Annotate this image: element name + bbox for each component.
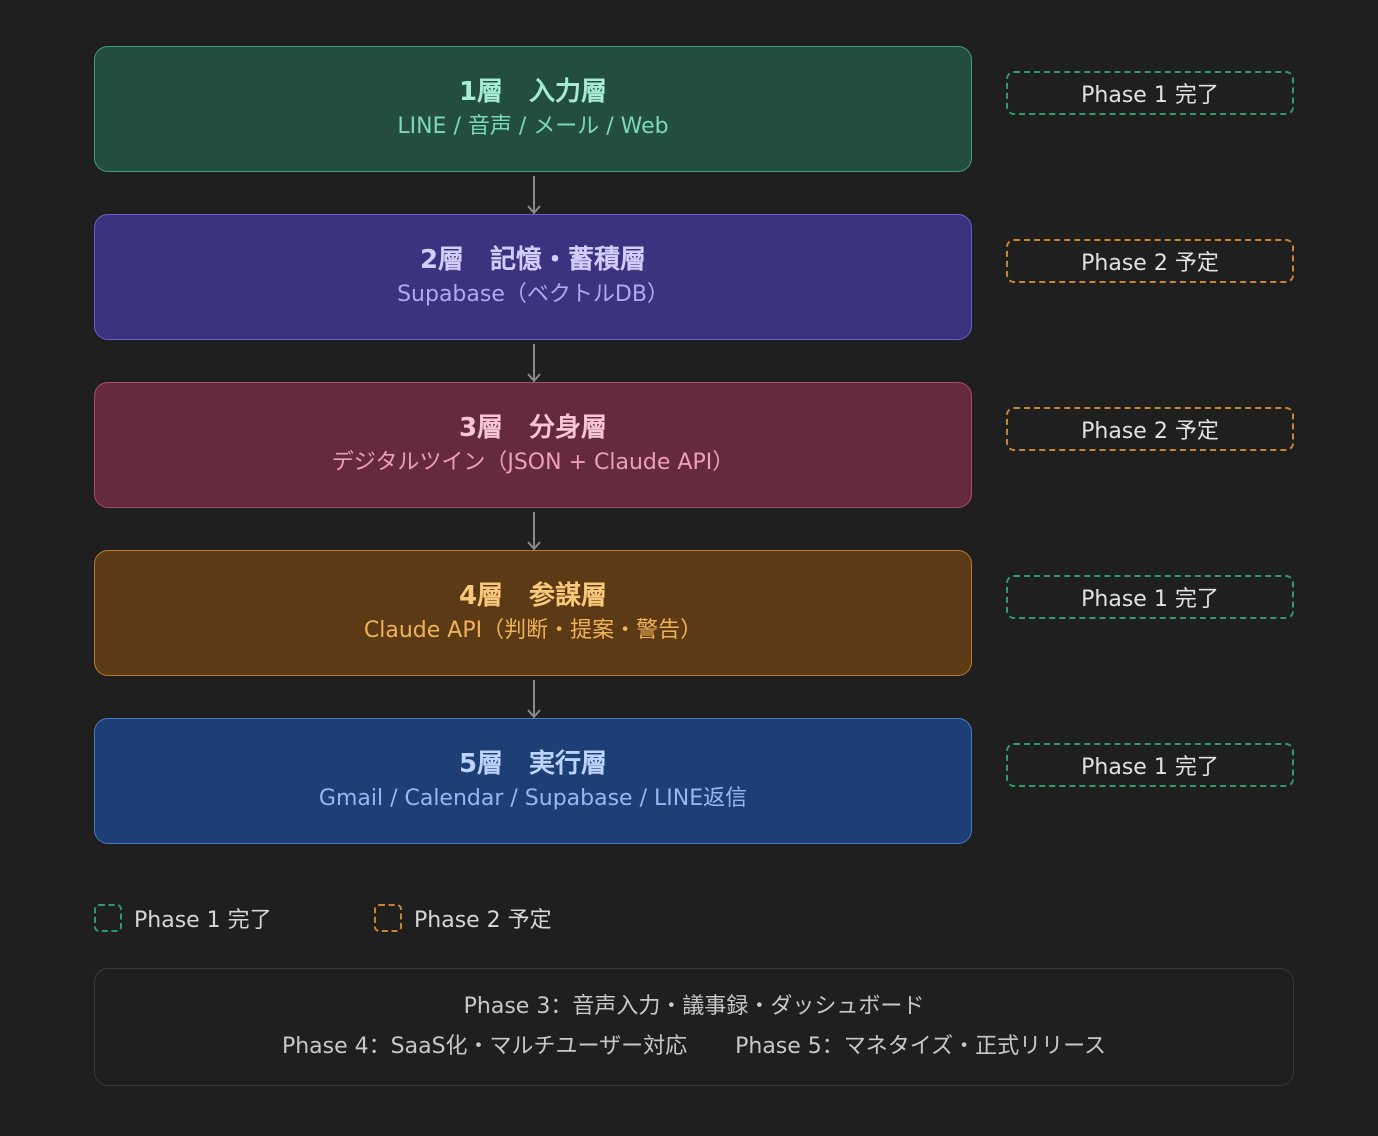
layer-5-execution: 5層 実行層 Gmail / Calendar / Supabase / LIN… — [94, 718, 972, 844]
legend-planned: Phase 2 予定 — [374, 902, 552, 934]
legend-planned-label: Phase 2 予定 — [414, 908, 552, 933]
layer-3-twin: 3層 分身層 デジタルツイン（JSON + Claude API） — [94, 382, 972, 508]
phase-tag-layer-3: Phase 2 予定 — [1006, 407, 1294, 451]
roadmap-line-2: Phase 4：SaaS化・マルチユーザー対応 Phase 5：マネタイズ・正式… — [282, 1027, 1106, 1067]
phase-tag-layer-5: Phase 1 完了 — [1006, 743, 1294, 787]
layer-4-title: 4層 参謀層 — [458, 581, 608, 611]
layer-2-memory: 2層 記憶・蓄積層 Supabase（ベクトルDB） — [94, 214, 972, 340]
arrow-down-icon — [527, 680, 541, 719]
legend-planned-swatch — [374, 904, 402, 932]
phase-tag-layer-1: Phase 1 完了 — [1006, 71, 1294, 115]
arrow-down-icon — [527, 344, 541, 383]
legend-done-swatch — [94, 904, 122, 932]
roadmap-phase5: Phase 5：マネタイズ・正式リリース — [735, 1034, 1107, 1059]
arrow-down-icon — [527, 512, 541, 551]
layer-4-advisor: 4層 参謀層 Claude API（判断・提案・警告） — [94, 550, 972, 676]
arrow-down-icon — [527, 176, 541, 215]
layer-4-subtitle: Claude API（判断・提案・警告） — [363, 618, 703, 643]
layer-5-subtitle: Gmail / Calendar / Supabase / LINE返信 — [318, 786, 748, 811]
layer-3-subtitle: デジタルツイン（JSON + Claude API） — [331, 450, 735, 475]
legend-done-label: Phase 1 完了 — [134, 908, 272, 933]
layer-1-input: 1層 入力層 LINE / 音声 / メール / Web — [94, 46, 972, 172]
layer-3-title: 3層 分身層 — [458, 413, 608, 443]
legend-done: Phase 1 完了 — [94, 902, 272, 934]
layer-5-title: 5層 実行層 — [458, 749, 608, 779]
layer-2-subtitle: Supabase（ベクトルDB） — [397, 282, 669, 307]
roadmap-box: Phase 3：音声入力・議事録・ダッシュボード Phase 4：SaaS化・マ… — [94, 968, 1294, 1086]
phase-tag-layer-4: Phase 1 完了 — [1006, 575, 1294, 619]
layer-1-subtitle: LINE / 音声 / メール / Web — [397, 114, 669, 139]
roadmap-phase4: Phase 4：SaaS化・マルチユーザー対応 — [281, 1034, 688, 1059]
layer-2-title: 2層 記憶・蓄積層 — [419, 245, 647, 275]
roadmap-phase3: Phase 3：音声入力・議事録・ダッシュボード — [463, 994, 925, 1019]
phase-tag-layer-2: Phase 2 予定 — [1006, 239, 1294, 283]
layer-1-title: 1層 入力層 — [458, 77, 608, 107]
